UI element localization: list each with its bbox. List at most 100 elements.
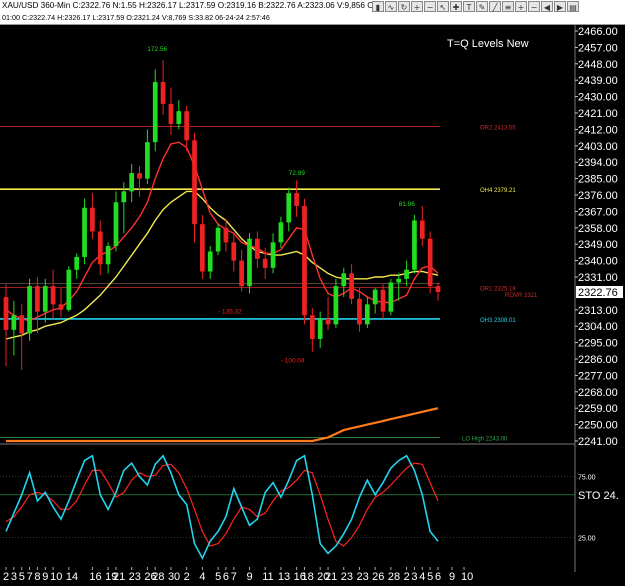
price-tick-label: 2403.00	[578, 141, 618, 153]
candle-body	[302, 205, 307, 316]
candle-body	[333, 286, 339, 325]
price-tick-label: 2439.00	[578, 75, 618, 87]
text-icon[interactable]: T	[463, 1, 475, 12]
trendline-icon[interactable]: ╱	[489, 1, 501, 12]
chart-title: T=Q Levels New	[447, 38, 529, 50]
candle-body	[427, 238, 433, 287]
candle-body	[168, 103, 174, 124]
date-tick-label: 10	[461, 571, 473, 583]
candle-body	[286, 193, 292, 223]
candle-body	[145, 142, 150, 179]
candle-body	[184, 111, 190, 141]
date-tick-label: 10	[50, 571, 62, 583]
candle-body	[3, 297, 9, 330]
swing-annotation: 81.96	[399, 201, 416, 208]
candle-body	[239, 260, 244, 287]
plus-icon[interactable]: +	[515, 1, 527, 12]
date-tick-label: 2	[404, 571, 410, 583]
candle-body	[137, 173, 142, 179]
candle-body	[90, 207, 95, 232]
date-tick-label: 28	[152, 571, 164, 583]
candle-body	[412, 220, 417, 270]
candle-body	[121, 191, 127, 203]
candle-body	[27, 286, 32, 334]
candle-body	[11, 315, 17, 330]
candle-body	[388, 282, 394, 312]
candle-body	[113, 202, 119, 247]
candle-body	[66, 269, 72, 310]
rover-label: ROVR 2321	[505, 293, 538, 299]
line-chart-icon[interactable]: ∿	[385, 1, 397, 12]
price-tick-label: 2295.00	[578, 338, 618, 350]
price-tick-label: 2448.00	[578, 59, 618, 71]
date-tick-label: 23	[341, 571, 353, 583]
bar-chart-icon[interactable]: ▮	[372, 1, 384, 12]
candle-body	[19, 315, 25, 334]
candle-body	[207, 251, 213, 272]
date-tick-label: 2	[184, 571, 190, 583]
swing-annotation: 172.56	[147, 46, 167, 53]
scroll-right-icon[interactable]: ▶	[554, 1, 566, 12]
zoom-in-icon[interactable]: +	[411, 1, 423, 12]
sto-d-line	[5, 462, 439, 547]
candle-body	[129, 173, 135, 192]
refresh-icon[interactable]: ↻	[398, 1, 410, 12]
candle-body	[35, 286, 40, 312]
cursor-icon[interactable]: ↖	[437, 1, 449, 12]
swing-annotation: 72.99	[289, 170, 306, 177]
price-tick-label: 2394.00	[578, 157, 618, 169]
candle-body	[278, 222, 284, 243]
candle-body	[223, 227, 229, 243]
candle-body	[105, 246, 111, 265]
date-tick-label: 23	[356, 571, 368, 583]
date-tick-label: 5	[215, 571, 221, 583]
price-tick-label: 2349.00	[578, 239, 618, 251]
date-tick-label: 9	[449, 571, 455, 583]
price-tick-label: 2421.00	[578, 108, 618, 120]
date-tick-label: 26	[372, 571, 384, 583]
level-label: OR2 2413.55	[480, 126, 516, 132]
date-tick-label: 7	[27, 571, 33, 583]
date-tick-label: 6	[435, 571, 441, 583]
candle-body	[325, 318, 331, 325]
chart-header-bar: XAU/USD 360-Min C:2322.76 N:1.55 H:2326.…	[0, 0, 625, 25]
price-tick-label: 2277.00	[578, 370, 618, 382]
pen-icon[interactable]: ✎	[476, 1, 488, 12]
candle-body	[262, 258, 268, 268]
date-tick-label: 2	[3, 571, 9, 583]
candle-body	[152, 82, 158, 143]
zoom-out-icon[interactable]: −	[424, 1, 436, 12]
moving-average-line	[6, 407, 439, 443]
moving-average-line	[5, 190, 439, 340]
scroll-left-icon[interactable]: ◀	[541, 1, 553, 12]
candle-body	[97, 231, 103, 265]
candle-body	[349, 273, 354, 299]
date-tick-label: 3	[411, 571, 417, 583]
date-tick-label: 18	[301, 571, 313, 583]
cursor-bar-info-line: 01:00 C:2322.74 H:2326.17 L:2317.59 O:23…	[2, 13, 270, 22]
date-tick-label: 21	[325, 571, 337, 583]
candle-body	[231, 242, 237, 261]
candle-body	[160, 82, 166, 104]
price-tick-label: 2250.00	[578, 420, 618, 432]
candle-body	[42, 286, 48, 312]
level-label: OR1 2325.18	[480, 287, 516, 293]
swing-annotation: - 100.04	[281, 358, 305, 365]
date-tick-label: 13	[278, 571, 290, 583]
candle-body	[435, 286, 441, 293]
minus-icon[interactable]: −	[528, 1, 540, 12]
candle-body	[50, 286, 56, 305]
candle-body	[74, 256, 80, 270]
candle-body	[82, 207, 87, 257]
date-tick-label: 8	[34, 571, 40, 583]
price-tick-label: 2241.00	[578, 436, 618, 448]
candle-body	[317, 318, 323, 339]
menu-icon[interactable]: ▤	[567, 1, 579, 12]
date-tick-label: 7	[231, 571, 237, 583]
crosshair-icon[interactable]: ✚	[450, 1, 462, 12]
fib-icon[interactable]: ≡	[502, 1, 514, 12]
price-chart[interactable]: OR2 2413.55 OH4 2379.21 OR1 2325.18 OH3 230…	[0, 24, 625, 586]
candle-body	[254, 238, 260, 259]
candle-body	[176, 111, 182, 124]
level-label: OH4 2379.21	[480, 188, 516, 194]
